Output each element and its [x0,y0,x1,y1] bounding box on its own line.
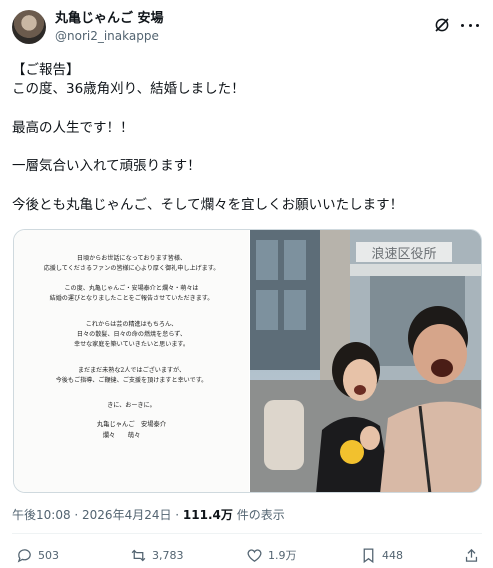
announcement-letter-image[interactable]: 日頃からお世話になっております皆様、 応援してくださるファンの皆様に心より厚く御… [14,230,249,492]
letter-line: 今後もご指導、ご鞭撻、ご支援を頂けますと幸いです。 [55,377,208,384]
repost-count: 3,783 [152,548,184,562]
views-label: 件の表示 [232,508,285,522]
heart-icon [247,548,262,562]
letter-line: 結婚の運びとなりましたことをご報告させていただきます。 [49,295,214,302]
grok-icon[interactable] [433,16,451,34]
letter-signature: 丸亀じゃんご 安場泰介 [96,421,167,428]
photo-sign-text: 浪速区役所 [371,247,436,262]
letter-line: これからは芸の精進はもちろん、 [85,321,178,328]
divider [12,533,482,534]
post-text-blank [12,138,482,157]
avatar[interactable] [12,10,46,44]
bookmark-button[interactable]: 448 [360,545,403,565]
like-count: 1.9万 [268,549,297,562]
bookmark-count: 448 [382,548,403,562]
letter-line: 応援してくださるファンの皆様に心より厚く御礼申し上げます。 [43,265,220,272]
letter-line: 幸せな家庭を築いていきたいと思います。 [74,341,189,348]
repost-button[interactable]: 3,783 [130,545,184,565]
more-options-icon[interactable] [461,16,479,34]
author-display-name[interactable]: 丸亀じゃんご 安場 [55,11,164,27]
share-icon [465,548,478,562]
views-count: 111.4万 [182,508,233,522]
action-bar: 503 3,783 1.9万 448 [12,545,482,565]
reply-icon [17,548,31,562]
post-text-blank [12,100,482,119]
post-timestamp[interactable]: 午後10:08 · 2026年4月24日 · [12,508,183,522]
letter-line: まだまだ未熟な2人ではございますが、 [77,367,186,374]
reply-count: 503 [38,548,59,562]
letter-line: きに、おーきに。 [107,402,156,409]
letter-line: この度、丸亀じゃんご・安場泰介と爛々・萌々は [64,285,199,292]
repost-icon [131,549,146,561]
like-button[interactable]: 1.9万 [246,545,297,565]
author-handle[interactable]: @nori2_inakappe [55,29,159,43]
post-meta: 午後10:08 · 2026年4月24日 · 111.4万 件の表示 [12,507,285,523]
share-button[interactable] [463,545,485,565]
post-header: 丸亀じゃんご 安場 @nori2_inakappe [12,10,481,46]
post-text-line: 今後とも丸亀じゃんご、そして爛々を宜しくお願いいたします！ [12,197,404,214]
post-text-line: 【ご報告】 [12,62,80,78]
post-text-line: この度、36歳角刈り、結婚しました！ [12,81,245,98]
reply-button[interactable]: 503 [16,545,59,565]
post-media[interactable]: 日頃からお世話になっております皆様、 応援してくださるファンの皆様に心より厚く御… [13,229,482,493]
post-text-line: 最高の人生です！！ [12,119,134,136]
post-text-blank [12,177,482,196]
letter-line: 日々の散髪、日々の命の燃焼を怠らず、 [76,331,187,338]
letter-signature: 爛々 萌々 [102,432,141,439]
couple-photo-illustration: 浪速区役所 [250,230,481,492]
bookmark-icon [363,547,374,563]
couple-photo[interactable]: 浪速区役所 [250,230,481,492]
letter-line: 日頃からお世話になっております皆様、 [76,255,187,262]
post-text: 【ご報告】 この度、36歳角刈り、結婚しました！ 最高の人生です！！ 一層気合い… [12,61,482,215]
post-text-line: 一層気合い入れて頑張ります！ [12,158,201,175]
